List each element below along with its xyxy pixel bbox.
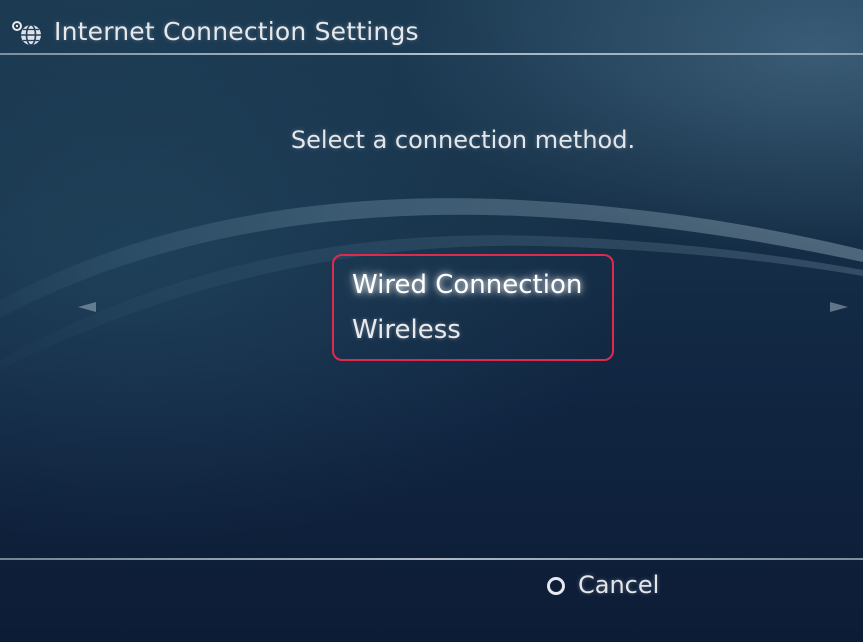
left-arrow-icon[interactable] (76, 300, 98, 314)
cancel-label: Cancel (578, 571, 660, 599)
circle-button-icon (547, 577, 565, 595)
option-wired-connection[interactable]: Wired Connection (352, 270, 582, 300)
connection-method-prompt: Select a connection method. (290, 126, 636, 154)
footer-divider (0, 558, 863, 560)
globe-settings-icon (12, 21, 41, 46)
ps3-settings-screen: Internet Connection Settings Select a co… (0, 0, 863, 642)
title-bar: Internet Connection Settings (0, 0, 863, 54)
header-divider (0, 53, 863, 55)
page-title: Internet Connection Settings (54, 17, 419, 46)
right-arrow-icon[interactable] (828, 300, 850, 314)
option-wireless[interactable]: Wireless (352, 315, 461, 345)
